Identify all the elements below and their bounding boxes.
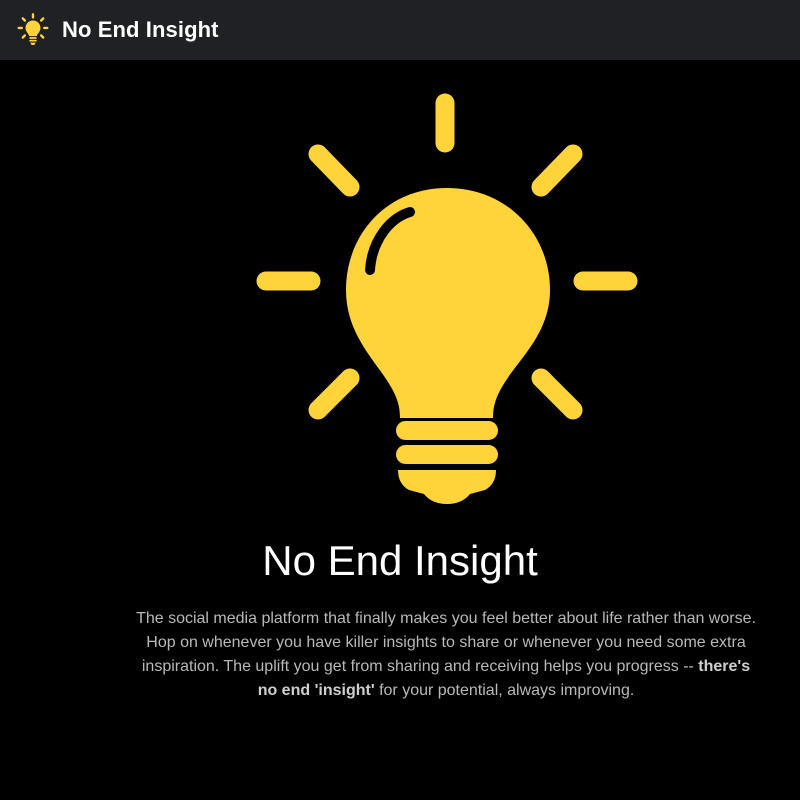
brand-name: No End Insight: [62, 17, 219, 42]
navbar: No End Insight: [0, 0, 800, 60]
lightbulb-icon: [256, 93, 638, 504]
description-text: The social media platform that finally m…: [136, 610, 756, 675]
brand-link[interactable]: No End Insight: [0, 13, 219, 47]
lightbulb-icon: [17, 13, 49, 45]
hero-title: No End Insight: [262, 537, 538, 584]
hero-description: The social media platform that finally m…: [130, 607, 762, 703]
main-content: No End Insight The social media platform…: [0, 60, 800, 800]
description-text-end: for your potential, always improving.: [374, 682, 635, 699]
